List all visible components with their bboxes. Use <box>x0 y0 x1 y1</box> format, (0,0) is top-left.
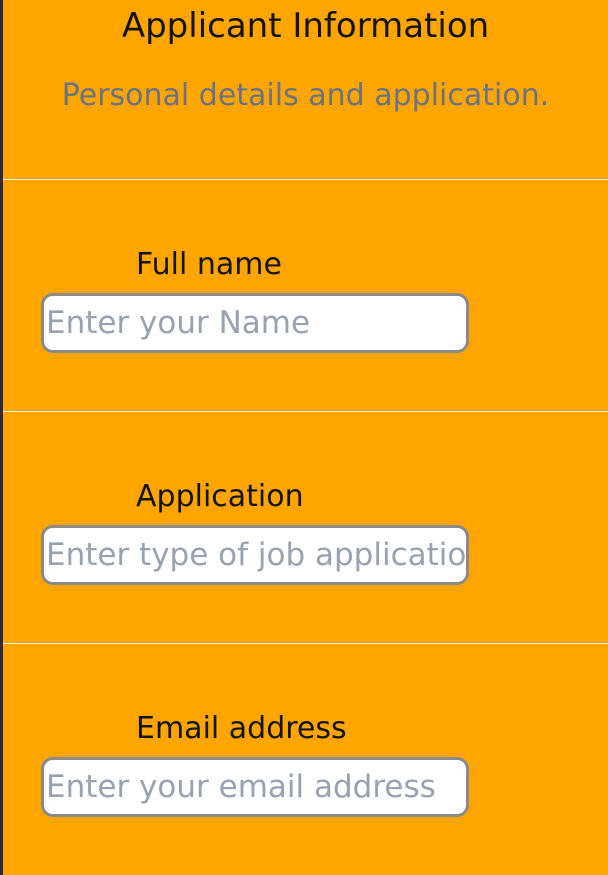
applicant-form-page: Applicant Information Personal details a… <box>3 0 608 875</box>
form-header: Applicant Information Personal details a… <box>3 0 608 178</box>
full-name-section: Full name <box>3 180 608 411</box>
full-name-label: Full name <box>136 247 282 282</box>
full-name-input[interactable] <box>41 293 469 353</box>
page-title: Applicant Information <box>121 6 490 46</box>
application-section: Application <box>3 412 608 643</box>
application-input[interactable] <box>41 525 469 585</box>
application-label: Application <box>136 479 304 514</box>
email-input[interactable] <box>41 757 469 817</box>
email-section: Email address <box>3 644 608 875</box>
page-subtitle: Personal details and application. <box>61 78 550 113</box>
email-label: Email address <box>136 711 347 746</box>
